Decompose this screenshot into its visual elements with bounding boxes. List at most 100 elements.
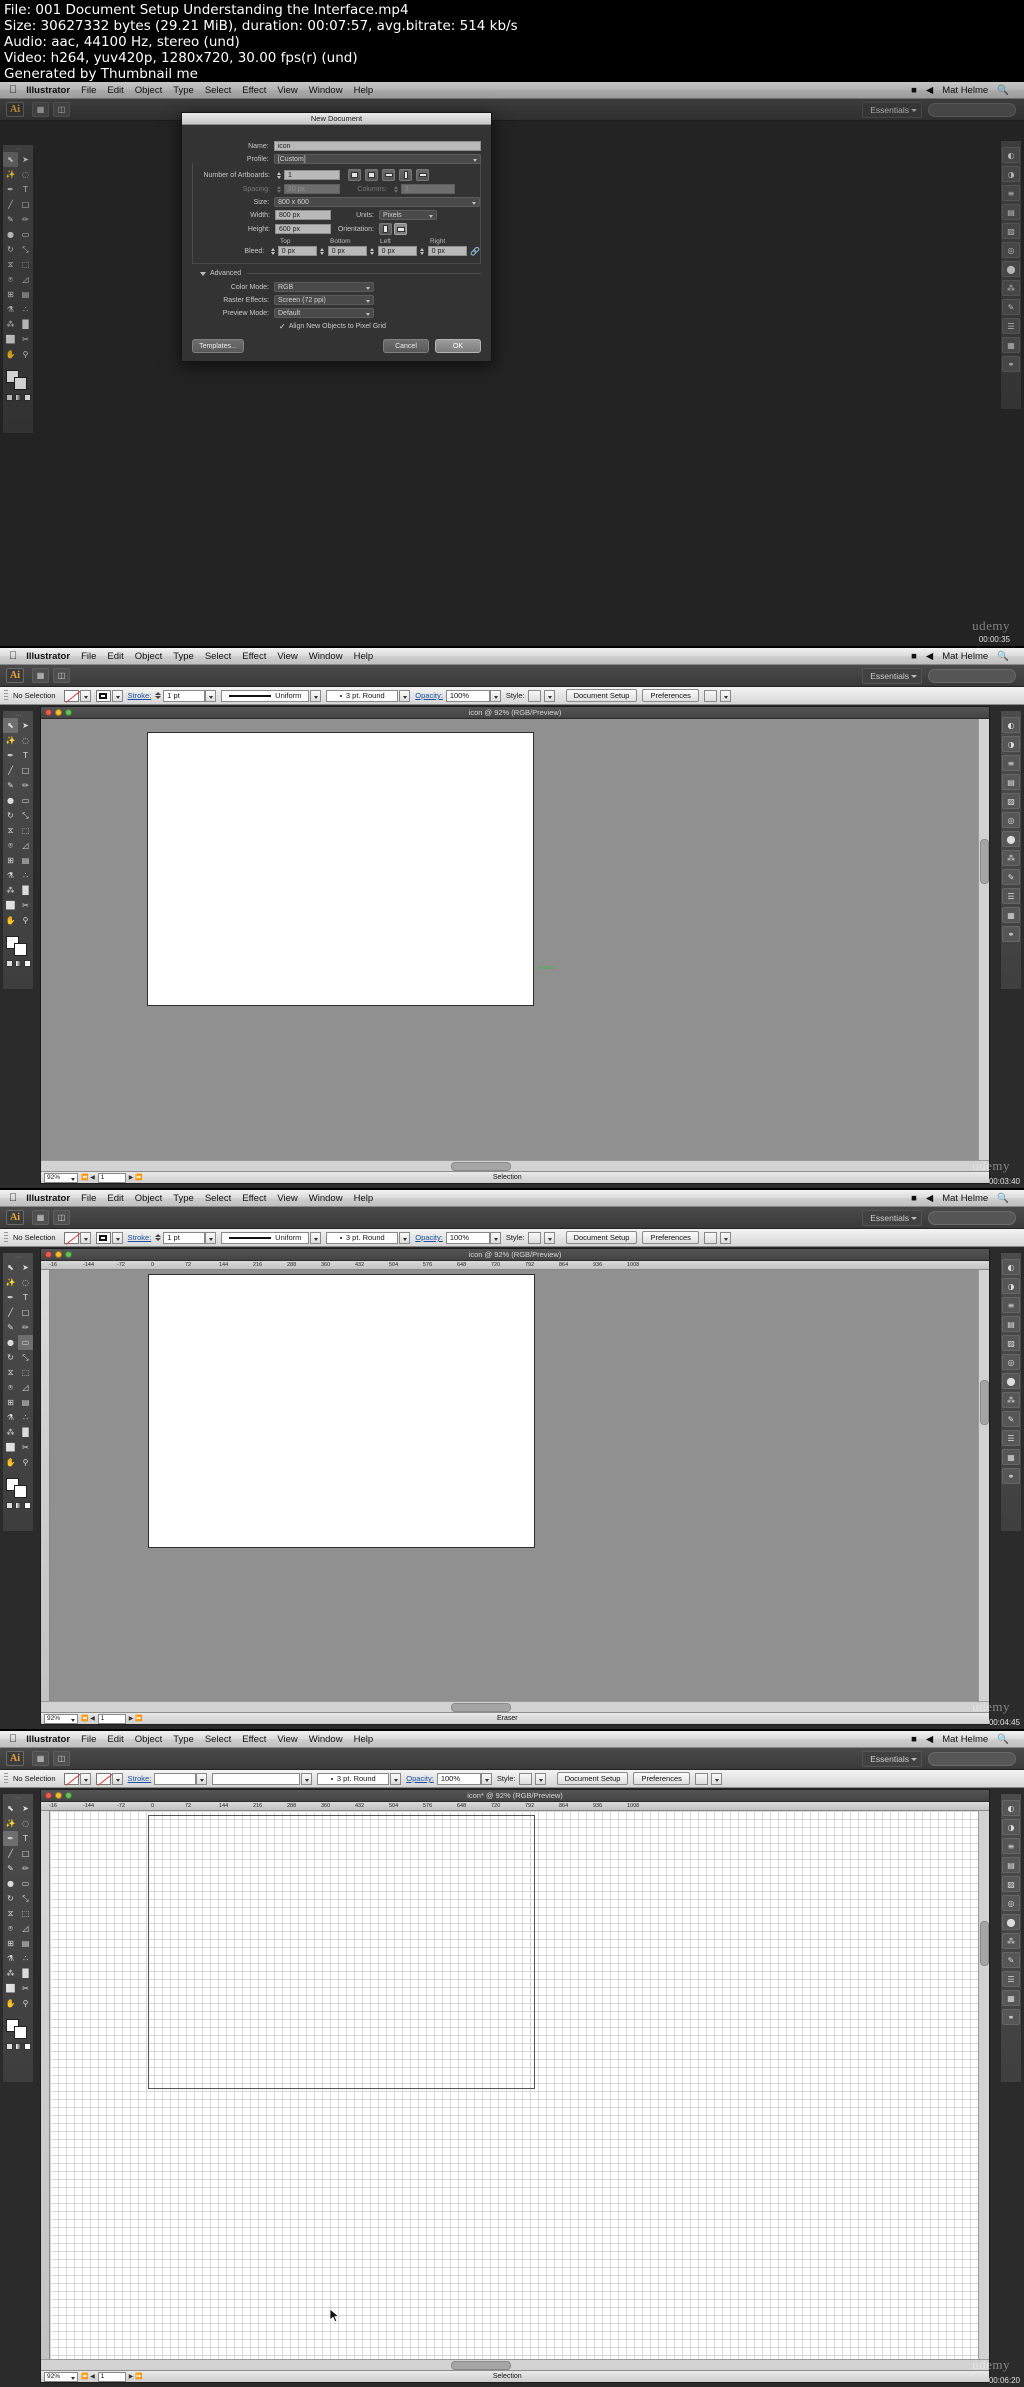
hand-tool[interactable]: ✋ — [3, 1996, 18, 2011]
menu-illustrator[interactable]: Illustrator — [26, 1734, 70, 1745]
eyedropper-tool[interactable]: ⚗ — [3, 1410, 18, 1425]
selection-tool[interactable]: ⬉ — [3, 718, 18, 733]
preferences-button[interactable]: Preferences — [633, 1772, 690, 1785]
artboard-tool[interactable]: ⬜ — [3, 1440, 18, 1455]
document-setup-button[interactable]: Document Setup — [565, 689, 638, 702]
color-swatch-icon[interactable] — [5, 1502, 13, 1509]
menu-type[interactable]: Type — [173, 651, 194, 662]
menu-view[interactable]: View — [277, 651, 297, 662]
menu-select[interactable]: Select — [205, 1193, 231, 1204]
mesh-tool[interactable]: ⊞ — [3, 1395, 18, 1410]
appearance-panel[interactable]: ◎ — [1002, 1895, 1020, 1911]
slice-tool[interactable]: ✂ — [18, 1440, 33, 1455]
graphic-style-dropdown[interactable] — [534, 1772, 546, 1785]
pen-tool[interactable]: ✒ — [3, 748, 18, 763]
none-swatch-icon[interactable] — [23, 1502, 31, 1509]
pen-tool[interactable]: ✒ — [3, 1831, 18, 1846]
bleed-left-input[interactable]: 0 px — [377, 246, 418, 256]
panel-dock-4[interactable]: ◐ ◑ ≡ ▤ ▨ ◎ ⬤ ⁂ ✎ ☰ ▦ ⚭ — [1000, 1793, 1022, 2083]
stroke-proxy-swatch[interactable] — [14, 2026, 27, 2039]
ok-button[interactable]: OK — [435, 339, 481, 353]
layers-panel[interactable]: ☰ — [1002, 888, 1020, 904]
menubar-user[interactable]: Mat Helme — [942, 651, 988, 662]
battery-icon[interactable]: ■ — [911, 1734, 917, 1745]
color-panel[interactable]: ◐ — [1002, 1259, 1020, 1275]
stroke-weight-input[interactable]: 1 pt — [163, 689, 206, 702]
symbols-panel[interactable]: ⁂ — [1002, 1392, 1020, 1408]
appearance-panel[interactable]: ◎ — [1002, 1354, 1020, 1370]
vertical-scrollbar-2[interactable] — [978, 719, 989, 1160]
stroke-weight-input[interactable] — [154, 1772, 197, 1785]
artboards-panel[interactable]: ▦ — [1002, 1449, 1020, 1465]
align-dropdown-button[interactable] — [703, 1231, 717, 1244]
zoom-level-select-3[interactable]: 92% — [44, 1713, 78, 1724]
menu-select[interactable]: Select — [205, 651, 231, 662]
rotate-tool[interactable]: ↻ — [3, 1350, 18, 1365]
templates-button[interactable]: Templates... — [192, 339, 244, 353]
pencil-tool[interactable]: ✏ — [18, 778, 33, 793]
zoom-tool[interactable]: ⚲ — [18, 913, 33, 928]
scale-tool[interactable]: ⤡ — [18, 1891, 33, 1906]
stroke-dropdown[interactable] — [111, 1772, 123, 1785]
artboard-tool[interactable]: ⬜ — [3, 898, 18, 913]
size-select[interactable]: 800 x 600 — [274, 197, 480, 207]
magic-wand-tool[interactable]: ✨ — [3, 1816, 18, 1831]
blend-tool[interactable]: ∴ — [18, 1951, 33, 1966]
graphic-styles-panel[interactable]: ⬤ — [1002, 1914, 1020, 1930]
vertical-ruler-4[interactable] — [41, 1811, 50, 2359]
stroke-dropdown[interactable] — [111, 1231, 123, 1244]
opacity-label[interactable]: Opacity: — [415, 1233, 443, 1242]
artboard-number-input-4[interactable]: 1 — [97, 2371, 126, 2382]
menu-window[interactable]: Window — [309, 1193, 343, 1204]
width-tool[interactable]: ⧖ — [3, 1365, 18, 1380]
arrange-documents-button[interactable]: ◫ — [53, 668, 70, 683]
shape-builder-tool[interactable]: ⍟ — [3, 1380, 18, 1395]
color-panel[interactable]: ◐ — [1002, 1800, 1020, 1816]
fill-dropdown[interactable] — [79, 1231, 91, 1244]
transparency-panel[interactable]: ▨ — [1002, 793, 1020, 809]
brush-dropdown[interactable] — [399, 1231, 411, 1244]
menubar-user[interactable]: Mat Helme — [942, 1734, 988, 1745]
menu-window[interactable]: Window — [309, 651, 343, 662]
eyedropper-tool[interactable]: ⚗ — [3, 1951, 18, 1966]
align-dropdown-button[interactable] — [694, 1772, 708, 1785]
apple-icon[interactable]:  — [9, 1733, 17, 1745]
help-search-input[interactable] — [928, 1751, 1016, 1766]
graphic-styles-panel[interactable]: ⬤ — [1002, 831, 1020, 847]
zoom-tool[interactable]: ⚲ — [18, 1996, 33, 2011]
bleed-right-input[interactable]: 0 px — [427, 246, 468, 256]
graphic-style-dropdown[interactable] — [543, 1231, 555, 1244]
stroke-profile-field[interactable]: Uniform — [221, 689, 310, 702]
stroke-proxy-swatch[interactable] — [14, 1485, 27, 1498]
transform-dropdown[interactable] — [710, 1772, 722, 1785]
blend-tool[interactable]: ∴ — [18, 868, 33, 883]
stroke-proxy-swatch[interactable] — [14, 943, 27, 956]
appearance-panel[interactable]: ◎ — [1002, 812, 1020, 828]
panel-grip-icon[interactable] — [4, 1231, 8, 1244]
artboard-number-input-3[interactable]: 1 — [97, 1713, 126, 1724]
horizontal-scroll-thumb-2[interactable] — [451, 1162, 511, 1171]
artboard-nav-next-4[interactable]: ▶ ⏩ — [129, 2373, 143, 2380]
rectangle-tool[interactable]: □ — [18, 1846, 33, 1861]
cancel-button[interactable]: Cancel — [383, 339, 429, 353]
blend-tool[interactable]: ∴ — [18, 1410, 33, 1425]
magic-wand-tool[interactable]: ✨ — [3, 733, 18, 748]
brush-definition-field[interactable]: 3 pt. Round — [326, 1231, 399, 1244]
artboards-input[interactable]: 1 — [284, 170, 340, 180]
zoom-tool[interactable]: ⚲ — [18, 1455, 33, 1470]
opacity-input[interactable]: 100% — [445, 1231, 490, 1244]
status-tool-label-3[interactable]: Eraser — [146, 1715, 869, 1722]
graphic-style-swatch[interactable] — [527, 689, 541, 702]
stroke-profile-field[interactable]: Uniform — [221, 1231, 310, 1244]
none-swatch-icon[interactable] — [23, 960, 31, 967]
vertical-scrollbar-4[interactable] — [978, 1811, 989, 2359]
transparency-panel[interactable]: ▨ — [1002, 1876, 1020, 1892]
artboards-panel[interactable]: ▦ — [1002, 907, 1020, 923]
fill-dropdown[interactable] — [79, 1772, 91, 1785]
height-input[interactable]: 600 px — [275, 224, 331, 234]
link-bleed-icon[interactable]: 🔗 — [470, 247, 480, 256]
opacity-dropdown[interactable] — [489, 689, 501, 702]
name-input[interactable]: icon — [273, 141, 481, 151]
rotate-tool[interactable]: ↻ — [3, 1891, 18, 1906]
line-segment-tool[interactable]: ╱ — [3, 1846, 18, 1861]
